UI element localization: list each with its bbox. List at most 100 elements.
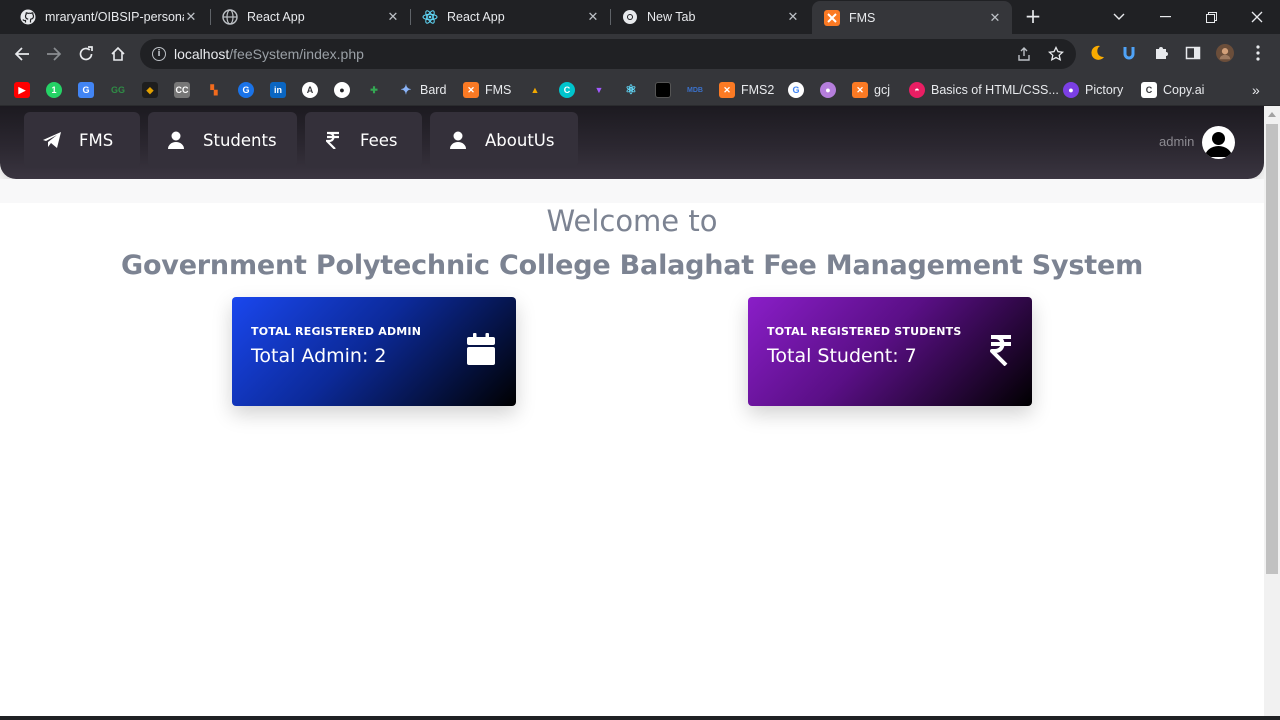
tab-fms[interactable]: FMS ✕ <box>812 1 1012 34</box>
bookmark-item[interactable]: ▲ <box>527 82 543 98</box>
bookmark-gcj[interactable]: ✕ gcj <box>852 82 890 98</box>
share-icon[interactable] <box>1016 46 1032 66</box>
close-icon[interactable]: ✕ <box>586 9 600 24</box>
bookmark-google[interactable]: G <box>788 82 804 98</box>
bookmark-bard[interactable]: ✦ Bard <box>398 82 447 98</box>
extension-icon: A <box>302 82 318 98</box>
pictory-icon: ● <box>1063 82 1079 98</box>
bookmark-youtube[interactable]: ▶ <box>14 82 30 98</box>
page-scrollbar[interactable] <box>1264 106 1280 716</box>
bookmark-canva[interactable]: C <box>559 82 575 98</box>
user-name: admin <box>1159 134 1195 149</box>
user-avatar-icon[interactable] <box>1202 126 1235 159</box>
close-icon[interactable]: ✕ <box>184 9 198 24</box>
nav-item-fms[interactable]: FMS <box>24 112 140 168</box>
copyai-icon: C <box>1141 82 1157 98</box>
bookmark-whatsapp[interactable]: 1 <box>46 82 62 98</box>
total-students-card: TOTAL REGISTERED STUDENTS Total Student:… <box>748 297 1032 406</box>
bookmark-fms[interactable]: ✕ FMS <box>463 82 511 98</box>
total-admin-card: TOTAL REGISTERED ADMIN Total Admin: 2 <box>232 297 516 406</box>
bard-icon: ✦ <box>400 82 412 97</box>
site-info-icon[interactable]: i <box>152 47 166 61</box>
forward-button[interactable] <box>41 41 67 67</box>
close-icon[interactable]: ✕ <box>786 9 800 24</box>
close-window-button[interactable] <box>1234 0 1280 34</box>
nav-item-fees[interactable]: Fees <box>305 112 422 168</box>
bookmark-gfg[interactable]: GG <box>110 82 126 98</box>
bookmark-star-icon[interactable] <box>1047 45 1065 66</box>
bookmark-github[interactable]: ● <box>334 82 350 98</box>
bookmark-item[interactable]: A <box>302 82 318 98</box>
home-button[interactable] <box>105 41 131 67</box>
chrome-icon <box>622 9 638 25</box>
extension-icon[interactable] <box>1120 44 1138 62</box>
url-host: localhost <box>174 46 230 62</box>
github-icon: ● <box>334 82 350 98</box>
nav-item-students[interactable]: Students <box>148 112 297 168</box>
bookmark-label: Pictory <box>1085 83 1124 97</box>
bookmark-react[interactable]: ⚛ <box>623 82 639 98</box>
side-panel-icon[interactable] <box>1184 44 1202 62</box>
url-path: /feeSystem/index.php <box>229 46 364 62</box>
tab-search-icon[interactable] <box>1096 0 1142 34</box>
scroll-up-arrow-icon[interactable] <box>1268 112 1276 117</box>
bookmark-item[interactable]: G <box>238 82 254 98</box>
bookmark-item[interactable]: ● <box>820 82 836 98</box>
browser-toolbar: i localhost/feeSystem/index.php <box>0 34 1280 74</box>
bookmark-mdb[interactable]: MDB <box>687 82 703 98</box>
bookmark-html-css[interactable]: ◓ Basics of HTML/CSS... <box>909 82 1059 98</box>
whatsapp-icon: 1 <box>46 82 62 98</box>
tab-react-app-2[interactable]: React App ✕ <box>410 0 610 34</box>
bookmark-item[interactable] <box>655 82 671 98</box>
close-icon[interactable]: ✕ <box>988 10 1002 25</box>
tab-react-app-1[interactable]: React App ✕ <box>210 0 410 34</box>
bookmark-vite[interactable]: ▼ <box>591 82 607 98</box>
page-viewport: FMS Students Fees AboutUs admin Welcome … <box>0 106 1264 716</box>
vite-icon: ▼ <box>594 85 604 95</box>
welcome-heading: Welcome to <box>546 204 718 238</box>
minimize-button[interactable] <box>1142 0 1188 34</box>
new-tab-button[interactable]: + <box>1022 6 1044 28</box>
bookmarks-overflow-icon[interactable]: » <box>1252 82 1260 98</box>
github-icon <box>20 9 36 25</box>
address-bar[interactable]: i localhost/feeSystem/index.php <box>140 39 1076 69</box>
back-button[interactable] <box>9 41 35 67</box>
google-icon: G <box>788 82 804 98</box>
user-icon <box>448 130 468 150</box>
url-text: localhost/feeSystem/index.php <box>174 46 364 62</box>
nav-item-label: Fees <box>360 130 398 150</box>
puzzle-extensions-icon[interactable] <box>1152 44 1170 62</box>
bookmark-item[interactable]: ◆ <box>142 82 158 98</box>
moon-extension-icon[interactable] <box>1088 44 1106 62</box>
close-icon[interactable]: ✕ <box>386 9 400 24</box>
tab-new-tab[interactable]: New Tab ✕ <box>610 0 810 34</box>
bookmark-pictory[interactable]: ● Pictory <box>1063 82 1123 98</box>
bookmark-copyai[interactable]: C Copy.ai <box>1141 82 1204 98</box>
bookmark-label: Bard <box>420 83 447 97</box>
extension-icon: ✚ <box>370 84 378 95</box>
bookmark-label: Copy.ai <box>1163 83 1205 97</box>
bookmark-translate[interactable]: G <box>78 82 94 98</box>
profile-avatar-icon[interactable] <box>1216 44 1234 62</box>
tab-title: FMS <box>849 10 876 25</box>
reload-button[interactable] <box>73 41 99 67</box>
canva-icon: C <box>559 82 575 98</box>
restore-button[interactable] <box>1188 0 1234 34</box>
xampp-icon: ✕ <box>463 82 479 98</box>
xampp-icon: ✕ <box>719 82 735 98</box>
rupee-icon <box>323 130 343 150</box>
bookmark-linkedin[interactable]: in <box>270 82 286 98</box>
menu-dots-icon[interactable] <box>1249 44 1267 62</box>
extension-icon <box>655 82 671 98</box>
bookmark-item[interactable]: ▚ <box>206 82 222 98</box>
react-icon: ⚛ <box>625 82 637 97</box>
scrollbar-thumb[interactable] <box>1266 124 1278 574</box>
tab-github[interactable]: mraryant/OIBSIP-personal ✕ <box>8 0 208 34</box>
linkedin-icon: in <box>270 82 286 98</box>
page-top-band <box>0 179 1264 203</box>
bookmark-cc[interactable]: CC <box>174 82 190 98</box>
tab-title: New Tab <box>647 10 696 24</box>
nav-item-aboutus[interactable]: AboutUs <box>430 112 578 168</box>
bookmark-fms2[interactable]: ✕ FMS2 <box>719 82 774 98</box>
bookmark-item[interactable]: ✚ <box>366 82 382 98</box>
